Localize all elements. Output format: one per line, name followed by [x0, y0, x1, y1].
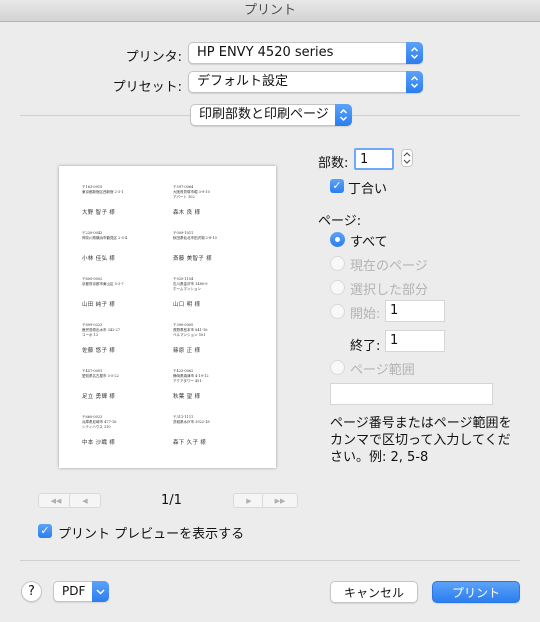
question-mark-icon: ?: [28, 584, 35, 599]
show-preview-checkbox[interactable]: ✓: [38, 524, 52, 538]
pages-from-field[interactable]: 1: [385, 300, 445, 322]
address-label: 〒920-1104 石川県金沢市 1480-9 ホームマンション 山口 明 様: [173, 277, 268, 308]
preset-value: デフォルト設定: [197, 74, 289, 89]
address-name: 斎藤 美智子 様: [173, 256, 212, 262]
printer-label: プリンタ:: [125, 50, 182, 65]
previous-page-button[interactable]: ◀: [69, 493, 101, 508]
address-line2: [82, 195, 177, 200]
address-line2: ベルマンション 501: [173, 333, 206, 337]
copies-field[interactable]: 1: [354, 148, 394, 170]
pages-range-field[interactable]: [330, 383, 493, 405]
pages-from-label: 開始:: [350, 307, 381, 322]
pages-all-radio[interactable]: [330, 232, 345, 247]
pages-current-label: 現在のページ: [350, 259, 428, 274]
triangle-left-icon: ◀: [82, 496, 88, 505]
address-name: 足立 勇輝 様: [82, 394, 116, 400]
address-line2: アパート 102: [173, 195, 195, 199]
chevron-updown-icon: [406, 42, 423, 64]
pages-help-text: ページ番号またはページ範囲をカンマで区切って入力してください。例: 2, 5-8: [330, 416, 512, 465]
address-name: 大野 智子 様: [82, 210, 116, 216]
address-label: 〒390-0005 長野県松本市 841-16 ベルマンション 501 篠原 正 様: [173, 323, 268, 354]
preset-popup[interactable]: デフォルト設定: [188, 71, 423, 93]
address-name: 森木 良 様: [173, 210, 201, 216]
address-name: 中本 沙織 様: [82, 440, 116, 446]
address-label: 〒457-0001 愛知県名古屋市 3-5-22 足立 勇輝 様: [82, 369, 177, 400]
address-line2: アクアタワー 451: [173, 379, 202, 383]
pages-to-field[interactable]: 1: [385, 330, 445, 352]
section-value: 印刷部数と印刷ページ: [199, 107, 329, 122]
pdf-menu-button[interactable]: PDF: [53, 581, 109, 602]
collate-label: 丁合い: [348, 182, 388, 197]
checkmark-icon: ✓: [332, 179, 342, 192]
chevron-down-icon: [92, 581, 109, 602]
copies-stepper[interactable]: [401, 149, 413, 167]
address-line2: シティハウス 310: [82, 425, 111, 429]
cancel-button[interactable]: キャンセル: [330, 581, 418, 603]
address-label: 〒660-0023 兵庫県尼崎市 477-16 シティハウス 310 中本 沙織 様: [82, 415, 177, 446]
address-line2: [82, 287, 177, 292]
pages-to-label: 終了:: [350, 339, 381, 354]
address-label: 〒230-0043 神奈川県横浜市鶴見区 2-5-4 小林 佳弘 様: [82, 231, 177, 262]
address-label: 〒311-1111 茨城県水戸市 3922-18 森下 久子 様: [173, 415, 268, 446]
collate-checkbox[interactable]: ✓: [330, 179, 344, 193]
address-name: 森下 久子 様: [173, 440, 207, 446]
pdf-label: PDF: [62, 584, 86, 598]
address-name: 小林 佳弘 様: [82, 256, 116, 262]
checkmark-icon: ✓: [40, 524, 50, 537]
divider: [20, 560, 520, 561]
pages-all-label: すべて: [350, 235, 388, 250]
address-name: 山田 純子 様: [82, 302, 116, 308]
address-line2: [82, 379, 177, 384]
printer-popup[interactable]: HP ENVY 4520 series: [188, 42, 423, 64]
window-title: プリント: [0, 0, 540, 22]
pages-label: ページ:: [318, 214, 362, 229]
help-button[interactable]: ?: [21, 581, 42, 602]
print-preview-page: 〒163-0915 東京都新宿区西新宿 2-3-1 大野 智子 様〒597-0064…: [59, 166, 276, 468]
page-indicator: 1/1: [161, 493, 182, 508]
pages-current-radio[interactable]: [330, 256, 345, 271]
preset-label: プリセット:: [112, 80, 182, 95]
show-preview-label: プリント プレビューを表示する: [58, 527, 245, 542]
print-button[interactable]: プリント: [432, 581, 520, 603]
pages-from-radio[interactable]: [330, 304, 345, 319]
address-label: 〒899-0323 鹿児島県出水市 342-27 コーポ 13 佐藤 悠子 様: [82, 323, 177, 354]
address-name: 秋葉 望 様: [173, 394, 201, 400]
address-line2: コーポ 13: [82, 333, 99, 337]
address-label: 〒009-1011 秋田県仙北市田沢湖 2-8-10 斎藤 美智子 様: [173, 231, 268, 262]
address-line2: [82, 241, 177, 246]
section-popup[interactable]: 印刷部数と印刷ページ: [190, 104, 352, 126]
copies-label: 部数:: [318, 156, 349, 171]
address-label: 〒163-0915 東京都新宿区西新宿 2-3-1 大野 智子 様: [82, 185, 177, 216]
address-line2: ホームマンション: [173, 287, 201, 291]
address-line2: [173, 241, 268, 246]
double-triangle-left-icon: ◀◀: [50, 496, 62, 505]
address-name: 篠原 正 様: [173, 348, 201, 354]
stepper-icon: [403, 152, 411, 164]
address-name: 山口 明 様: [173, 302, 201, 308]
printer-value: HP ENVY 4520 series: [197, 45, 334, 60]
address-label: 〒597-0064 大阪府貝塚市堀 3-9-10 アパート 102 森木 良 様: [173, 185, 268, 216]
pages-range-label: ページ範囲: [350, 363, 415, 378]
pages-range-radio[interactable]: [330, 360, 345, 375]
address-line2: [173, 425, 268, 430]
next-page-button[interactable]: ▶: [233, 493, 265, 508]
address-name: 佐藤 悠子 様: [82, 348, 116, 354]
pages-selection-label: 選択した部分: [350, 283, 429, 298]
triangle-right-icon: ▶: [246, 496, 252, 505]
address-label: 〒425-0062 静岡県焼津市 4-19-12 アクアタワー 451 秋葉 望 様: [173, 369, 268, 400]
last-page-button[interactable]: ▶▶: [262, 493, 298, 508]
chevron-updown-icon: [335, 104, 352, 126]
double-triangle-right-icon: ▶▶: [274, 496, 286, 505]
chevron-updown-icon: [406, 71, 423, 93]
pages-selection-radio[interactable]: [330, 280, 345, 295]
address-label: 〒605-0002 京都府京都市東山区 5-3-7 山田 純子 様: [82, 277, 177, 308]
